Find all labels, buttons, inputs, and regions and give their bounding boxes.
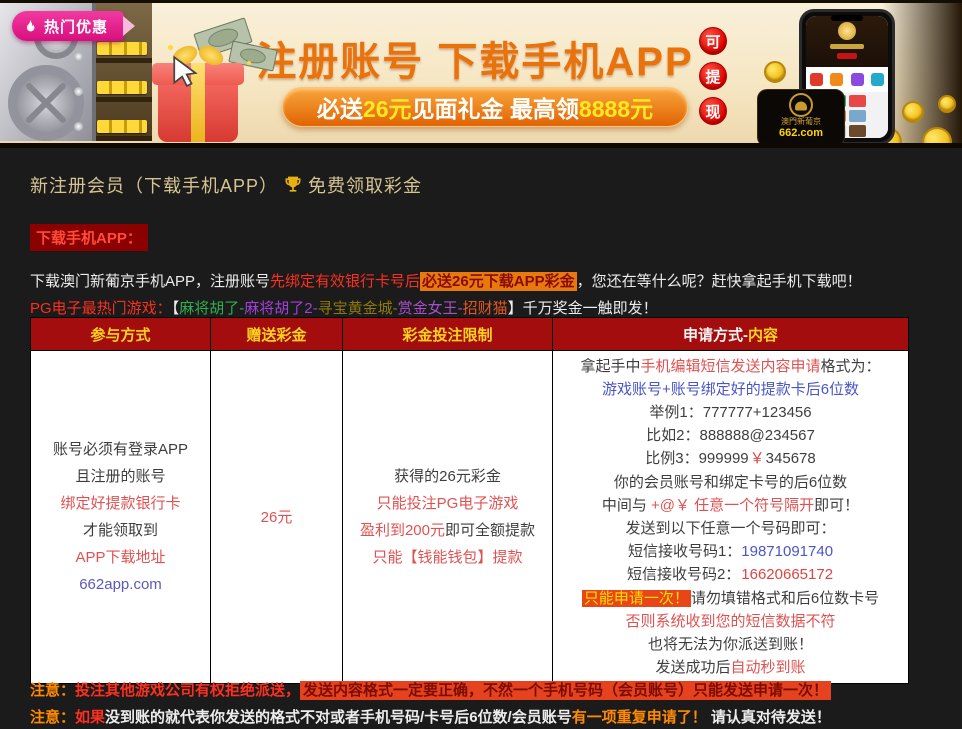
table-cell-line: 26元 bbox=[211, 504, 342, 531]
withdraw-badges: 可 提 现 bbox=[699, 27, 727, 125]
table-cell-line: 获得的26元彩金 bbox=[343, 463, 552, 490]
table-cell-line: 举例1：777777+123456 bbox=[553, 401, 908, 424]
page-title-left: 新注册会员（下载手机APP） bbox=[30, 172, 278, 198]
table-cell-line: 比如2：888888@234567 bbox=[553, 424, 908, 447]
gold-coin-decor bbox=[764, 61, 786, 83]
table-cell-line: 发送到以下任意一个号码即可： bbox=[553, 517, 908, 540]
table-body-row: 账号必须有登录APP且注册的账号绑定好提款银行卡才能领取到APP下载地址662a… bbox=[31, 351, 909, 684]
table-cell-line: 比例3：999999￥345678 bbox=[553, 447, 908, 470]
header-apply: 申请方式-内容 bbox=[553, 318, 909, 351]
table-cell-line: 盈利到200元即可全额提款 bbox=[343, 517, 552, 544]
page-title-right: 免费领取彩金 bbox=[308, 172, 422, 198]
table-cell-line: 游戏账号+账号绑定好的提款卡后6位数 bbox=[553, 378, 908, 401]
flame-icon bbox=[22, 18, 38, 34]
trophy-icon bbox=[283, 175, 303, 195]
sparkle-decor bbox=[168, 45, 173, 50]
page-title: 新注册会员（下载手机APP） 免费领取彩金 bbox=[30, 172, 422, 198]
table-header-row: 参与方式 赠送彩金 彩金投注限制 申请方式-内容 bbox=[31, 318, 909, 351]
promo-line-2: PG电子最热门游戏：【麻将胡了-麻将胡了2-寻宝黄金城-赏金女王-招财猫】千万奖… bbox=[30, 297, 658, 318]
cell-participation: 账号必须有登录APP且注册的账号绑定好提款银行卡才能领取到APP下载地址662a… bbox=[31, 351, 211, 684]
cell-bonus: 26元 bbox=[211, 351, 343, 684]
bonus-pill: 必送26元见面礼金 最高领8888元 bbox=[282, 87, 688, 127]
banner-title: 注册账号 下载手机APP bbox=[255, 29, 695, 87]
table-cell-line: 只能申请一次！请勿填错格式和后6位数卡号 bbox=[553, 587, 908, 610]
phone-notch bbox=[831, 15, 863, 21]
note-line-2: 注意：如果没到账的就代表你发送的格式不对或者手机号码/卡号后6位数/会员账号有一… bbox=[30, 706, 831, 727]
table-cell-line: 只能【钱能钱包】提款 bbox=[343, 544, 552, 571]
table-cell-line: 发送成功后自动秒到账 bbox=[553, 656, 908, 679]
withdraw-badge: 现 bbox=[699, 97, 727, 125]
app-logo-badge: 澳門新葡京 662.com bbox=[757, 89, 845, 147]
hot-offer-ribbon: 热门优惠 bbox=[12, 11, 124, 41]
table-cell-line: 你的会员账号和绑定卡号的后6位数 bbox=[553, 471, 908, 494]
promo-banner[interactable]: 热门优惠 注册账号 下载手机APP 必送26元见面礼金 最高领8888元 可 提… bbox=[0, 0, 962, 148]
download-app-label: 下载手机APP： bbox=[30, 224, 148, 251]
promo-line-1: 下载澳门新葡京手机APP，注册账号先绑定有效银行卡号后必送26元下载APP彩金，… bbox=[30, 270, 862, 291]
table-cell-line: 拿起手中手机编辑短信发送内容申请格式为： bbox=[553, 355, 908, 378]
table-cell-line: APP下载地址 bbox=[31, 544, 210, 571]
page: 热门优惠 注册账号 下载手机APP 必送26元见面礼金 最高领8888元 可 提… bbox=[0, 0, 962, 729]
withdraw-badge: 可 bbox=[699, 27, 727, 55]
table-cell-line: 且注册的账号 bbox=[31, 463, 210, 490]
table-cell-line: 才能领取到 bbox=[31, 517, 210, 544]
cursor-pointer-icon bbox=[172, 55, 200, 92]
header-bonus: 赠送彩金 bbox=[211, 318, 343, 351]
header-participation: 参与方式 bbox=[31, 318, 211, 351]
table-cell-line: 也将无法为你派送到账！ bbox=[553, 633, 908, 656]
sparkle-decor bbox=[247, 61, 251, 65]
table-cell-line: 绑定好提款银行卡 bbox=[31, 490, 210, 517]
brand-logo-icon bbox=[789, 93, 813, 117]
cell-limit: 获得的26元彩金只能投注PG电子游戏盈利到200元即可全额提款只能【钱能钱包】提… bbox=[343, 351, 553, 684]
table-cell-line: 账号必须有登录APP bbox=[31, 436, 210, 463]
header-limit: 彩金投注限制 bbox=[343, 318, 553, 351]
gold-coin-decor bbox=[938, 95, 956, 113]
table-cell-line: 短信接收号码1：19871091740 bbox=[553, 540, 908, 563]
brand-name: 澳門新葡京 bbox=[758, 117, 844, 127]
table-cell-line: 短信接收号码2：16620665172 bbox=[553, 563, 908, 586]
table-cell-line[interactable]: 662app.com bbox=[31, 571, 210, 598]
table-cell-line: 否则系统收到您的短信数据不符 bbox=[553, 610, 908, 633]
brand-domain: 662.com bbox=[758, 127, 844, 139]
withdraw-badge: 提 bbox=[699, 62, 727, 90]
promo-table: 参与方式 赠送彩金 彩金投注限制 申请方式-内容 账号必须有登录APP且注册的账… bbox=[30, 317, 909, 684]
vault-wheel bbox=[8, 65, 84, 141]
gold-coin-decor bbox=[902, 101, 924, 123]
table-cell-line: 中间与 +@￥ 任意一个符号隔开即可！ bbox=[553, 494, 908, 517]
table-cell-line: 只能投注PG电子游戏 bbox=[343, 490, 552, 517]
cell-apply: 拿起手中手机编辑短信发送内容申请格式为：游戏账号+账号绑定好的提款卡后6位数举例… bbox=[553, 351, 909, 684]
ribbon-label: 热门优惠 bbox=[44, 16, 108, 37]
note-line-1: 注意：投注其他游戏公司有权拒绝派送，发送内容格式一定要正确，不然一个手机号码（会… bbox=[30, 679, 831, 700]
